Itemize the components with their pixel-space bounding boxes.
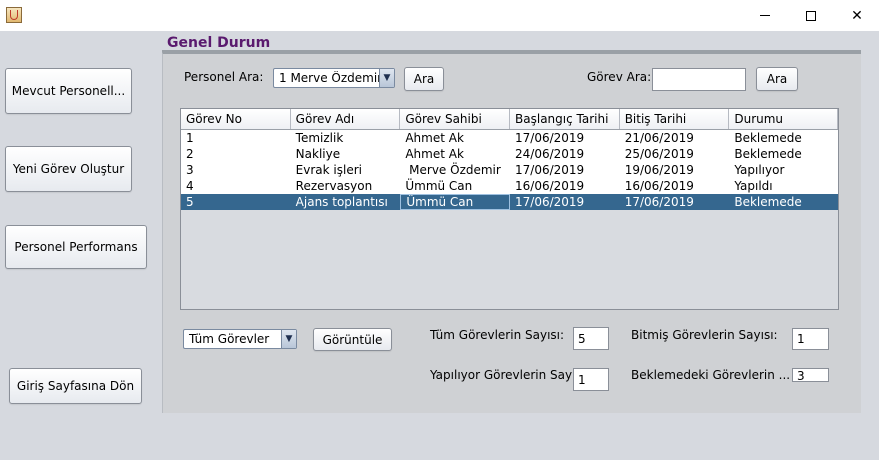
waiting-tasks-label: Beklemedeki Görevlerin ... — [631, 368, 791, 382]
create-task-button[interactable]: Yeni Görev Oluştur — [5, 146, 132, 192]
minimize-button[interactable] — [742, 0, 788, 31]
java-cup-icon — [6, 7, 22, 23]
waiting-tasks-field[interactable]: 3 — [792, 368, 829, 382]
cell-task-no: 1 — [186, 131, 194, 145]
cell-start-date: 24/06/2019 — [515, 147, 585, 161]
maximize-button[interactable] — [788, 0, 834, 31]
cell-task-owner: Ümmü Can — [405, 179, 473, 193]
cell-end-date: 19/06/2019 — [624, 163, 694, 177]
task-search-button[interactable]: Ara — [756, 67, 798, 91]
cell-status: Beklemede — [734, 147, 802, 161]
in-progress-tasks-field[interactable]: 1 — [573, 368, 609, 391]
cell-task-owner: Merve Özdemir — [405, 163, 501, 177]
task-search-label: Görev Ara: — [587, 70, 652, 84]
personnel-performance-button[interactable]: Personel Performans — [5, 225, 147, 269]
cell-task-name: Ajans toplantısı — [295, 195, 388, 209]
maximize-icon — [806, 10, 816, 21]
table-row[interactable]: 3 Evrak işleri Merve Özdemir 17/06/2019 … — [181, 162, 838, 178]
personnel-combo-value: 1 Merve Özdemir — [279, 71, 379, 85]
done-tasks-field[interactable]: 1 — [792, 328, 829, 350]
cell-status: Beklemede — [734, 131, 802, 145]
done-tasks-label: Bitmiş Görevlerin Sayısı: — [631, 328, 778, 342]
task-search-input[interactable] — [652, 68, 746, 91]
column-header[interactable]: Başlangıç Tarihi — [510, 109, 620, 129]
cell-task-name: Nakliye — [295, 147, 341, 161]
chevron-down-icon[interactable]: ▼ — [379, 69, 394, 87]
table-row[interactable]: 4 Rezervasyon Ümmü Can 16/06/2019 16/06/… — [181, 178, 838, 194]
cell-task-no: 5 — [186, 195, 194, 209]
cell-status: Yapılıyor — [734, 163, 785, 177]
current-personnel-button[interactable]: Mevcut Personell... — [5, 68, 132, 114]
column-header[interactable]: Görev No — [181, 109, 291, 129]
cell-status: Beklemede — [734, 195, 802, 209]
total-tasks-label: Tüm Görevlerin Sayısı: — [430, 328, 565, 342]
panel-title: Genel Durum — [167, 35, 271, 51]
personnel-search-label: Personel Ara: — [184, 70, 264, 84]
cell-start-date: 17/06/2019 — [515, 195, 585, 209]
cell-task-no: 4 — [186, 179, 194, 193]
task-table: Görev No Görev Adı Görev Sahibi Başlangı… — [180, 108, 839, 310]
personnel-combo[interactable]: 1 Merve Özdemir ▼ — [273, 68, 395, 88]
cell-task-name: Rezervasyon — [295, 179, 373, 193]
cell-task-owner: Ahmet Ak — [405, 147, 464, 161]
cell-start-date: 16/06/2019 — [515, 179, 585, 193]
task-filter-value: Tüm Görevler — [189, 332, 270, 346]
cell-end-date: 16/06/2019 — [624, 179, 694, 193]
back-to-login-button[interactable]: Giriş Sayfasına Dön — [9, 368, 142, 404]
cell-task-name: Evrak işleri — [295, 163, 362, 177]
close-button[interactable]: ✕ — [834, 0, 879, 31]
close-icon: ✕ — [851, 7, 863, 24]
cell-task-owner: Ahmet Ak — [405, 131, 464, 145]
cell-end-date: 17/06/2019 — [624, 195, 694, 209]
column-header[interactable]: Durumu — [729, 109, 838, 129]
cell-task-no: 3 — [186, 163, 194, 177]
cell-end-date: 25/06/2019 — [624, 147, 694, 161]
cell-start-date: 17/06/2019 — [515, 163, 585, 177]
cell-task-owner: Ümmü Can — [400, 194, 511, 210]
cell-end-date: 21/06/2019 — [624, 131, 694, 145]
cell-task-no: 2 — [186, 147, 194, 161]
chevron-down-icon[interactable]: ▼ — [281, 330, 296, 348]
title-bar: ✕ — [0, 0, 879, 31]
total-tasks-field[interactable]: 5 — [573, 327, 609, 350]
column-header[interactable]: Bitiş Tarihi — [620, 109, 730, 129]
column-header[interactable]: Görev Sahibi — [400, 109, 511, 129]
column-header[interactable]: Görev Adı — [291, 109, 401, 129]
table-header: Görev No Görev Adı Görev Sahibi Başlangı… — [181, 109, 838, 130]
personnel-search-button[interactable]: Ara — [404, 67, 444, 91]
cell-task-name: Temizlik — [295, 131, 344, 145]
cell-start-date: 17/06/2019 — [515, 131, 585, 145]
minimize-icon — [760, 15, 770, 16]
cell-status: Yapıldı — [734, 179, 773, 193]
table-row[interactable]: 1 Temizlik Ahmet Ak 17/06/2019 21/06/201… — [181, 130, 838, 146]
in-progress-tasks-label: Yapılıyor Görevlerin Sayı... — [430, 368, 587, 382]
table-row[interactable]: 2 Nakliye Ahmet Ak 24/06/2019 25/06/2019… — [181, 146, 838, 162]
show-button[interactable]: Görüntüle — [313, 328, 392, 351]
task-filter-combo[interactable]: Tüm Görevler ▼ — [183, 329, 297, 349]
table-row-selected[interactable]: 5 Ajans toplantısı Ümmü Can 17/06/2019 1… — [181, 194, 838, 210]
